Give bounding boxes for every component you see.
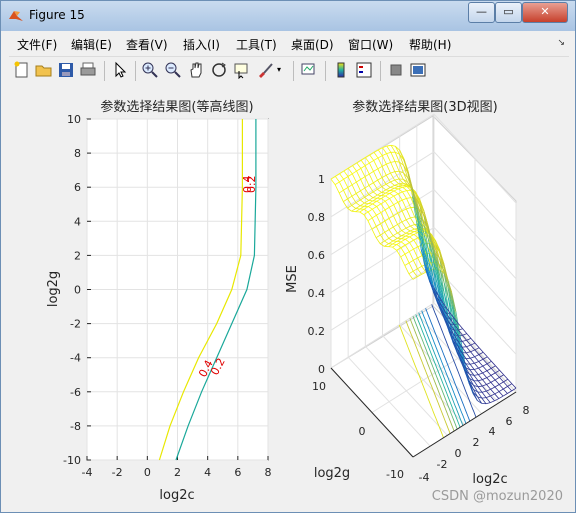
- close-button[interactable]: ✕: [522, 2, 568, 23]
- z-tick-label: 0.4: [308, 287, 326, 300]
- menu-tools[interactable]: 工具(T): [236, 36, 277, 53]
- z-tick-label: 0: [318, 363, 325, 376]
- contour-axes[interactable]: -4 -2 0 2 4 6 8 1086420-2-4-6-8-10 0.4 0.2 0.4…: [46, 99, 272, 503]
- menu-bar: 文件(F) 编辑(E) 查看(V) 插入(I) 工具(T) 桌面(D) 窗口(W…: [9, 32, 569, 55]
- dock-arrow-icon[interactable]: ↘: [557, 38, 565, 48]
- maximize-button[interactable]: ▭: [495, 2, 522, 23]
- zoom-in-icon[interactable]: [141, 61, 159, 79]
- z-tick-label: 1: [318, 173, 325, 186]
- mesh-line: [481, 397, 487, 399]
- y-tick-label: 2: [74, 249, 81, 262]
- x-tick-label: 8: [523, 404, 530, 417]
- z-axis: 0 0.2 0.4 0.6 0.8 1: [308, 173, 326, 376]
- x-tick-label: 6: [506, 415, 513, 428]
- toolbar-separator: [135, 61, 136, 81]
- minimize-button[interactable]: —: [468, 2, 495, 23]
- new-figure-icon[interactable]: [13, 61, 31, 79]
- y-tick-label: 8: [74, 147, 81, 160]
- contour-x-label: log2c: [159, 488, 194, 503]
- surface-x-label: log2c: [472, 472, 507, 487]
- x-tick-label: -4: [419, 471, 430, 484]
- y-tick-label: 0: [359, 425, 366, 438]
- rotate-3d-icon[interactable]: [210, 61, 228, 79]
- y-tick-label: -4: [70, 352, 81, 365]
- y-tick-label: 10: [312, 380, 326, 393]
- matlab-icon: [9, 11, 23, 21]
- toolbar: ▾: [9, 56, 569, 85]
- menu-edit[interactable]: 编辑(E): [71, 36, 112, 53]
- y-tick-label: 10: [67, 113, 81, 126]
- mesh-line: [396, 240, 402, 243]
- menu-window[interactable]: 窗口(W): [348, 36, 393, 53]
- y-tick-label: 0: [74, 284, 81, 297]
- y-tick-label: -10: [386, 468, 404, 481]
- z-tick-label: 0.6: [308, 249, 326, 262]
- toolbar-separator: [293, 61, 294, 81]
- title-bar[interactable]: Figure 15 — ▭ ✕: [1, 1, 575, 31]
- menu-help[interactable]: 帮助(H): [409, 36, 451, 53]
- toolbar-separator: [380, 61, 381, 81]
- surface-y-label: log2g: [314, 466, 350, 481]
- surface-z-label: MSE: [285, 265, 300, 293]
- x-tick-label: 2: [473, 436, 480, 449]
- x-tick-label: -2: [437, 458, 448, 471]
- x-tick-label: 0: [455, 447, 462, 460]
- x-tick-label: 8: [265, 466, 272, 479]
- mesh-line: [377, 194, 382, 196]
- y-tick-label: -10: [63, 454, 81, 467]
- menu-file[interactable]: 文件(F): [17, 36, 57, 53]
- mesh-line: [381, 192, 386, 194]
- y-tick-label: -6: [70, 386, 81, 399]
- figure-canvas: -4 -2 0 2 4 6 8 1086420-2-4-6-8-10 0.4 0.2 0.4…: [9, 87, 569, 506]
- legend-icon[interactable]: [355, 61, 373, 79]
- x-tick-label: 6: [234, 466, 241, 479]
- x-tick-label: -4: [82, 466, 93, 479]
- zoom-out-icon[interactable]: [164, 61, 182, 79]
- figure-window: Figure 15 — ▭ ✕ 文件(F) 编辑(E) 查看(V) 插入(I) …: [0, 0, 576, 513]
- pan-icon[interactable]: [187, 61, 205, 79]
- save-icon[interactable]: [57, 61, 75, 79]
- mesh-line: [401, 238, 406, 240]
- link-plot-icon[interactable]: [300, 61, 318, 79]
- x-tick-label: 0: [144, 466, 151, 479]
- mesh-line: [372, 197, 378, 199]
- y-tick-label: -2: [70, 318, 81, 331]
- y-tick-label: -8: [70, 420, 81, 433]
- contour-y-label: log2g: [46, 271, 61, 307]
- z-tick-label: 0.8: [308, 211, 326, 224]
- menu-insert[interactable]: 插入(I): [183, 36, 220, 53]
- x-tick-label: 4: [489, 425, 496, 438]
- toolbar-separator: [325, 61, 326, 81]
- hide-plot-tools-icon[interactable]: [387, 61, 405, 79]
- y-tick-label: 4: [74, 215, 81, 228]
- mesh-line: [392, 243, 397, 245]
- menu-view[interactable]: 查看(V): [126, 36, 168, 53]
- print-icon[interactable]: [79, 61, 97, 79]
- x-tick-label: 4: [204, 466, 211, 479]
- toolbar-separator: [104, 61, 105, 81]
- brush-icon[interactable]: [256, 61, 274, 79]
- x-tick-label: 2: [174, 466, 181, 479]
- contour-title: 参数选择结果图(等高线图): [100, 99, 253, 115]
- open-file-icon[interactable]: [35, 61, 53, 79]
- watermark: CSDN @mozun2020: [431, 489, 563, 504]
- y-tick-label: 6: [74, 181, 81, 194]
- surface-3d-axes[interactable]: 0 0.2 0.4 0.6 0.8 1 10 0 -10 -4 -2 0 2 4…: [285, 99, 530, 487]
- z-tick-label: 0.2: [308, 325, 326, 338]
- menu-desktop[interactable]: 桌面(D): [291, 36, 334, 53]
- contour-label: 0.2: [245, 176, 258, 194]
- x-tick-label: -2: [112, 466, 123, 479]
- colorbar-icon[interactable]: [332, 61, 350, 79]
- surface-title: 参数选择结果图(3D视图): [352, 99, 497, 115]
- data-cursor-icon[interactable]: [233, 61, 251, 79]
- mesh-line: [462, 346, 467, 348]
- window-title: Figure 15: [29, 8, 85, 22]
- show-plot-tools-icon[interactable]: [409, 61, 427, 79]
- pointer-icon[interactable]: [111, 61, 129, 79]
